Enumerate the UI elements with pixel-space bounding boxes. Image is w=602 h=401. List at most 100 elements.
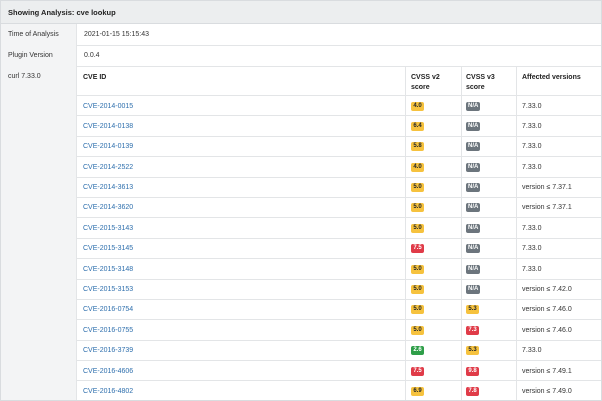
meta-value: 2021-01-15 15:15:43 [84, 31, 149, 38]
cve-link[interactable]: CVE-2014-0015 [83, 103, 133, 110]
affected-versions-cell: 7.33.0 [522, 347, 542, 355]
cvss-v2-badge: 7.5 [411, 244, 424, 254]
cvss-v2-badge: 5.0 [411, 183, 424, 193]
cve-id-cell: CVE-2014-0138 [83, 116, 133, 136]
cvss-v3-badge: 5.3 [466, 305, 479, 315]
cvss-v3-badge: N/A [466, 285, 481, 295]
header-cvss-v2: CVSS v2 score [411, 73, 440, 93]
cve-link[interactable]: CVE-2015-3143 [83, 225, 133, 232]
cvss-v2-cell: 7.5 [411, 361, 424, 381]
cvss-v2-cell: 5.0 [411, 280, 424, 300]
cve-table: CVE ID CVSS v2 score CVSS v3 score Affec… [77, 66, 601, 400]
cve-link[interactable]: CVE-2014-3620 [83, 204, 133, 211]
header-cvss-v2-line2: score [411, 84, 430, 91]
cvss-v3-cell: N/A [466, 96, 481, 116]
cve-id-cell: CVE-2015-3143 [83, 218, 133, 238]
cvss-v3-cell: N/A [466, 116, 481, 136]
meta-label: Plugin Version [1, 45, 77, 66]
cve-link[interactable]: CVE-2014-3613 [83, 184, 133, 191]
cvss-v2-badge: 5.0 [411, 264, 424, 274]
cvss-v2-badge: 5.0 [411, 223, 424, 233]
cve-link[interactable]: CVE-2015-3148 [83, 266, 133, 273]
cvss-v3-cell: N/A [466, 218, 481, 238]
header-cve-id: CVE ID [83, 74, 107, 81]
library-name: curl 7.33.0 [1, 66, 77, 400]
cvss-v2-badge: 5.0 [411, 305, 424, 315]
cvss-v3-cell: 5.3 [466, 300, 479, 320]
affected-versions-cell: version ≤ 7.37.1 [522, 204, 572, 212]
cvss-v3-badge: 7.3 [466, 325, 479, 335]
header-cvss-v2-line1: CVSS v2 [411, 74, 440, 81]
table-row: CVE-2016-0754 5.0 5.3 version ≤ 7.46.0 [77, 300, 601, 321]
cvss-v3-cell: N/A [466, 239, 481, 259]
cve-id-cell: CVE-2014-2522 [83, 157, 133, 177]
cve-link[interactable]: CVE-2016-4606 [83, 368, 133, 375]
cve-id-cell: CVE-2016-0755 [83, 320, 133, 340]
table-row: CVE-2014-2522 4.0 N/A 7.33.0 [77, 157, 601, 178]
cve-link[interactable]: CVE-2016-0754 [83, 306, 133, 313]
cvss-v2-badge: 7.5 [411, 366, 424, 376]
cve-link[interactable]: CVE-2016-4802 [83, 388, 133, 395]
cvss-v3-cell: 9.8 [466, 361, 479, 381]
table-row: CVE-2015-3153 5.0 N/A version ≤ 7.42.0 [77, 280, 601, 300]
meta-row-time: Time of Analysis 2021-01-15 15:15:43 [1, 24, 601, 46]
affected-versions-cell: 7.33.0 [522, 224, 542, 232]
cvss-v2-badge: 6.4 [411, 121, 424, 131]
cvss-v2-cell: 6.9 [411, 381, 424, 400]
cvss-v3-cell: N/A [466, 280, 481, 300]
table-row: CVE-2015-3145 7.5 N/A 7.33.0 [77, 239, 601, 260]
cvss-v2-cell: 5.0 [411, 320, 424, 340]
table-row: CVE-2016-3739 2.6 5.3 7.33.0 [77, 341, 601, 362]
cvss-v2-cell: 5.0 [411, 218, 424, 238]
cve-link[interactable]: CVE-2014-0138 [83, 123, 133, 130]
cve-link[interactable]: CVE-2014-0139 [83, 143, 133, 150]
analysis-title: Showing Analysis: cve lookup [1, 1, 601, 24]
cvss-v3-badge: N/A [466, 162, 481, 172]
affected-versions-cell: version ≤ 7.37.1 [522, 184, 572, 192]
cvss-v3-badge: N/A [466, 264, 481, 274]
cvss-v2-cell: 2.6 [411, 341, 424, 361]
header-cvss-v3: CVSS v3 score [466, 73, 495, 93]
analysis-panel: Showing Analysis: cve lookup Time of Ana… [0, 0, 602, 401]
table-row: CVE-2016-4606 7.5 9.8 version ≤ 7.49.1 [77, 361, 601, 382]
cve-id-cell: CVE-2015-3153 [83, 280, 133, 300]
cve-link[interactable]: CVE-2015-3145 [83, 245, 133, 252]
table-row: CVE-2015-3143 5.0 N/A 7.33.0 [77, 218, 601, 239]
cvss-v2-badge: 5.8 [411, 142, 424, 152]
cvss-v3-badge: 7.8 [466, 386, 479, 396]
column-divider [461, 66, 462, 400]
affected-versions-cell: 7.33.0 [522, 163, 542, 171]
cve-link[interactable]: CVE-2016-3739 [83, 347, 133, 354]
cvss-v3-cell: N/A [466, 157, 481, 177]
cvss-v2-badge: 4.0 [411, 101, 424, 111]
cvss-v3-cell: 7.3 [466, 320, 479, 340]
cve-link[interactable]: CVE-2016-0755 [83, 327, 133, 334]
column-divider [405, 66, 406, 400]
cvss-v2-badge: 6.9 [411, 386, 424, 396]
cve-link[interactable]: CVE-2015-3153 [83, 286, 133, 293]
table-row: CVE-2016-0755 5.0 7.3 version ≤ 7.46.0 [77, 320, 601, 341]
cvss-v2-cell: 5.0 [411, 300, 424, 320]
meta-label: Time of Analysis [1, 24, 77, 45]
meta-row-version: Plugin Version 0.0.4 [1, 45, 601, 67]
table-body: CVE-2014-0015 4.0 N/A 7.33.0 CVE-2014-0138 6.… [77, 96, 601, 400]
cvss-v2-cell: 4.0 [411, 96, 424, 116]
affected-versions-cell: 7.33.0 [522, 122, 542, 130]
affected-versions-cell: 7.33.0 [522, 102, 542, 110]
table-row: CVE-2014-3620 5.0 N/A version ≤ 7.37.1 [77, 198, 601, 219]
header-cvss-v3-line2: score [466, 84, 485, 91]
cvss-v2-badge: 4.0 [411, 162, 424, 172]
cve-id-cell: CVE-2014-3620 [83, 198, 133, 218]
cvss-v2-cell: 4.0 [411, 157, 424, 177]
table-header: CVE ID CVSS v2 score CVSS v3 score Affec… [77, 66, 601, 96]
cvss-v3-cell: N/A [466, 259, 481, 279]
cve-id-cell: CVE-2014-0015 [83, 96, 133, 116]
table-row: CVE-2016-4802 6.9 7.8 version ≤ 7.49.0 [77, 381, 601, 400]
cvss-v3-cell: 7.8 [466, 381, 479, 400]
cve-link[interactable]: CVE-2014-2522 [83, 164, 133, 171]
table-row: CVE-2014-0138 6.4 N/A 7.33.0 [77, 116, 601, 137]
cvss-v2-badge: 5.0 [411, 203, 424, 213]
meta-value: 0.0.4 [84, 52, 100, 59]
cve-id-cell: CVE-2015-3145 [83, 239, 133, 259]
cvss-v2-cell: 6.4 [411, 116, 424, 136]
